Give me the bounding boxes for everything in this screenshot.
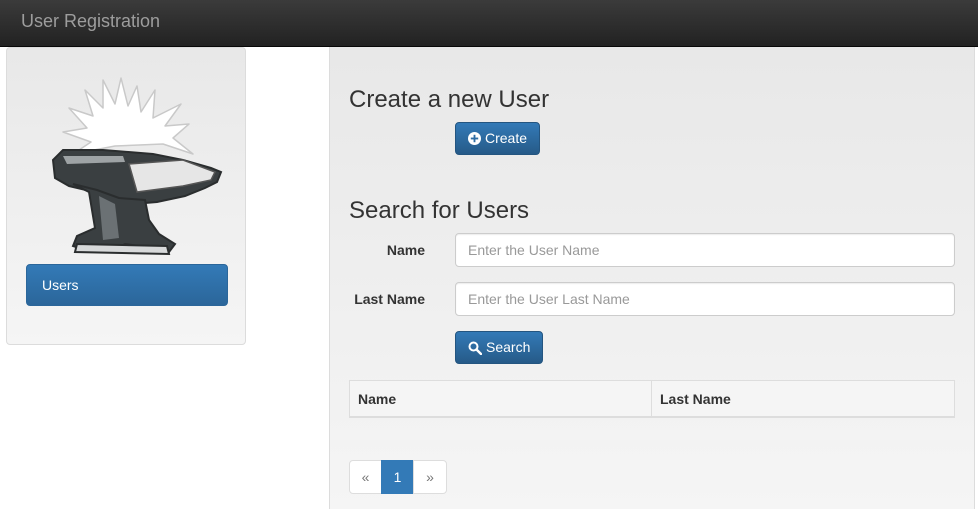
search-button-label: Search <box>486 339 531 355</box>
create-section-title: Create a new User <box>349 86 550 113</box>
sidebar-item-label: Users <box>42 277 79 293</box>
top-navbar: User Registration <box>0 0 978 47</box>
main-panel: Create a new User Create Search for User… <box>329 47 975 509</box>
name-label: Name <box>386 242 425 258</box>
search-icon <box>468 341 482 355</box>
pagination: « 1 » <box>349 460 447 494</box>
results-table: Name Last Name <box>349 380 955 418</box>
sidebar: Users <box>6 47 246 345</box>
create-button-label: Create <box>485 130 528 146</box>
column-header-last-name[interactable]: Last Name <box>652 381 954 416</box>
last-name-input[interactable] <box>455 282 955 316</box>
pagination-next[interactable]: » <box>413 460 447 494</box>
last-name-label: Last Name <box>354 291 425 307</box>
anvil-icon <box>51 77 223 256</box>
plus-circle-icon <box>468 132 481 145</box>
app-brand[interactable]: User Registration <box>21 11 160 31</box>
pagination-page-1[interactable]: 1 <box>381 460 414 494</box>
create-button[interactable]: Create <box>455 122 541 155</box>
search-button[interactable]: Search <box>455 331 544 364</box>
name-input[interactable] <box>455 233 955 267</box>
search-section-title: Search for Users <box>349 197 530 224</box>
column-header-name[interactable]: Name <box>350 381 652 416</box>
pagination-prev[interactable]: « <box>349 460 382 494</box>
sidebar-item-users[interactable]: Users <box>26 264 228 306</box>
